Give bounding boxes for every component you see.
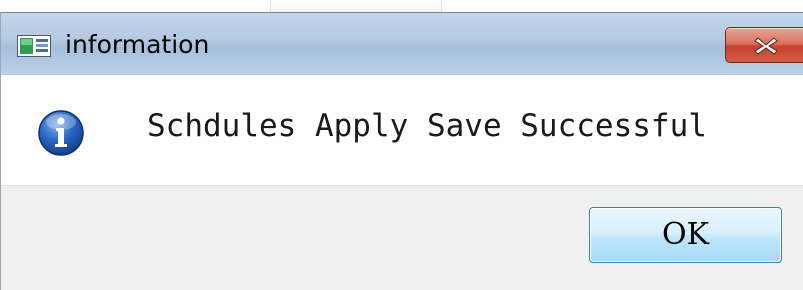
information-dialog: information Schdules Apply Save Successf… [0,12,803,290]
application-window-icon [17,35,51,57]
message-area: Schdules Apply Save Successful [1,75,803,185]
button-bar: OK [1,185,803,290]
background-window-edge [270,0,442,12]
information-icon [37,109,85,157]
title-bar[interactable]: information [1,13,803,75]
close-button[interactable] [725,27,803,63]
ok-button[interactable]: OK [589,207,782,263]
dialog-message: Schdules Apply Save Successful [147,108,707,144]
screen: information Schdules Apply Save Successf… [0,0,803,290]
close-icon [754,37,778,55]
dialog-title: information [65,30,210,59]
